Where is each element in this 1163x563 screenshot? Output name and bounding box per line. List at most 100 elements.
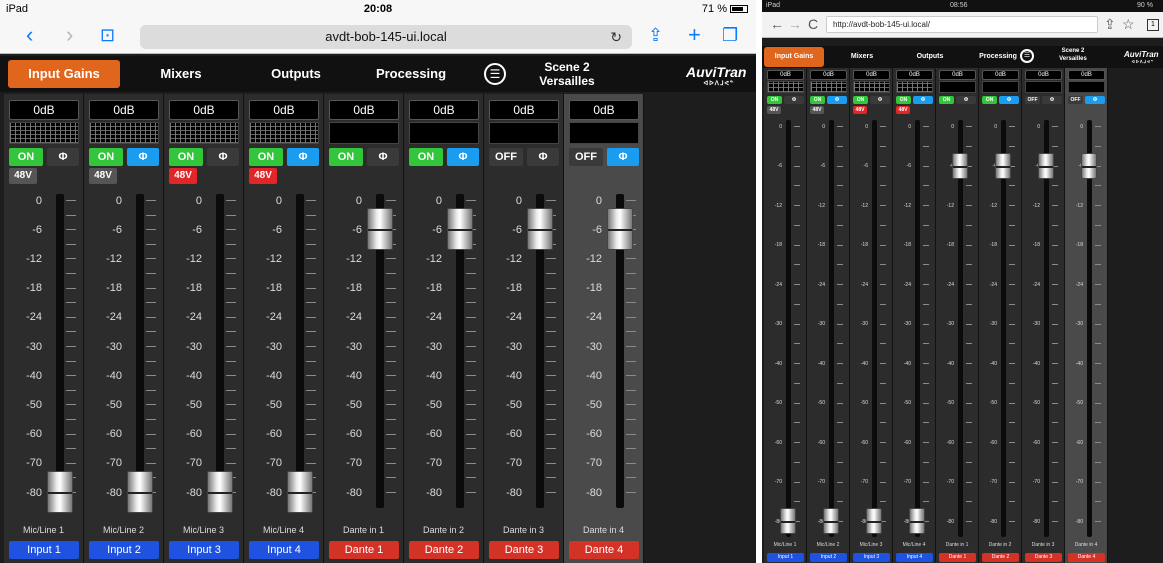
- channel-on-toggle[interactable]: ON: [896, 96, 911, 104]
- star-icon[interactable]: ☆: [1122, 16, 1135, 33]
- phantom-48v-button[interactable]: 48V: [169, 168, 197, 184]
- fader-knob[interactable]: [367, 208, 393, 251]
- phase-invert-button[interactable]: Φ: [784, 96, 804, 104]
- fader-knob[interactable]: [127, 471, 153, 513]
- phantom-48v-button[interactable]: 48V: [853, 106, 867, 114]
- channel-label[interactable]: Dante 2: [982, 553, 1019, 562]
- forward-chevron-icon[interactable]: ›: [66, 23, 73, 47]
- channel-on-toggle[interactable]: ON: [767, 96, 782, 104]
- gain-readout[interactable]: 0dB: [1025, 70, 1062, 80]
- channel-label[interactable]: Dante 3: [489, 541, 559, 559]
- channel-label[interactable]: Input 4: [896, 553, 933, 562]
- tab-processing[interactable]: Processing: [355, 60, 467, 88]
- channel-on-toggle[interactable]: ON: [409, 148, 443, 166]
- phase-invert-button[interactable]: Φ: [287, 148, 319, 166]
- phantom-48v-button[interactable]: 48V: [89, 168, 117, 184]
- tabs-icon[interactable]: ❐: [722, 23, 738, 47]
- channel-on-toggle[interactable]: ON: [329, 148, 363, 166]
- channel-on-toggle[interactable]: ON: [810, 96, 825, 104]
- share-icon[interactable]: ⇪: [648, 23, 663, 47]
- fader-knob[interactable]: [823, 508, 839, 534]
- fader-knob[interactable]: [780, 508, 796, 534]
- scene-name[interactable]: Scene 2 Versailles: [1038, 47, 1108, 63]
- tab-count[interactable]: 1: [1147, 19, 1159, 31]
- fader-knob[interactable]: [1038, 152, 1054, 179]
- reload-icon[interactable]: ↻: [610, 25, 622, 49]
- fader-knob[interactable]: [207, 471, 233, 513]
- phase-invert-button[interactable]: Φ: [827, 96, 847, 104]
- gain-readout[interactable]: 0dB: [1068, 70, 1105, 80]
- channel-label[interactable]: Input 3: [853, 553, 890, 562]
- channel-on-toggle[interactable]: OFF: [489, 148, 523, 166]
- channel-on-toggle[interactable]: ON: [89, 148, 123, 166]
- fader-knob[interactable]: [527, 208, 553, 251]
- channel-on-toggle[interactable]: ON: [169, 148, 203, 166]
- tab-input-gains[interactable]: Input Gains: [8, 60, 120, 88]
- channel-label[interactable]: Input 2: [810, 553, 847, 562]
- gain-readout[interactable]: 0dB: [489, 100, 559, 120]
- gain-readout[interactable]: 0dB: [249, 100, 319, 120]
- back-chevron-icon[interactable]: ‹: [26, 23, 33, 47]
- phantom-48v-button[interactable]: 48V: [810, 106, 824, 114]
- channel-on-toggle[interactable]: OFF: [1025, 96, 1040, 104]
- gain-readout[interactable]: 0dB: [853, 70, 890, 80]
- channel-label[interactable]: Dante 3: [1025, 553, 1062, 562]
- scene-list-icon[interactable]: ☰: [484, 63, 506, 85]
- share-icon[interactable]: ⇪: [1104, 16, 1116, 33]
- back-arrow-icon[interactable]: ←: [770, 16, 784, 32]
- channel-label[interactable]: Dante 4: [569, 541, 639, 559]
- channel-label[interactable]: Input 1: [9, 541, 79, 559]
- tab-outputs[interactable]: Outputs: [900, 47, 960, 67]
- reload-icon[interactable]: C: [808, 16, 818, 32]
- scene-name[interactable]: Scene 2 Versailles: [512, 60, 622, 88]
- channel-on-toggle[interactable]: ON: [939, 96, 954, 104]
- gain-readout[interactable]: 0dB: [329, 100, 399, 120]
- channel-label[interactable]: Dante 1: [329, 541, 399, 559]
- tab-processing[interactable]: Processing: [968, 47, 1028, 67]
- phase-invert-button[interactable]: Φ: [1042, 96, 1062, 104]
- gain-readout[interactable]: 0dB: [767, 70, 804, 80]
- phase-invert-button[interactable]: Φ: [447, 148, 479, 166]
- channel-on-toggle[interactable]: OFF: [569, 148, 603, 166]
- channel-label[interactable]: Input 2: [89, 541, 159, 559]
- fader-knob[interactable]: [909, 508, 925, 534]
- phase-invert-button[interactable]: Φ: [207, 148, 239, 166]
- phantom-48v-button[interactable]: 48V: [9, 168, 37, 184]
- address-bar[interactable]: http://avdt-bob-145-ui.local/: [826, 16, 1098, 33]
- address-bar[interactable]: avdt-bob-145-ui.local ↻: [140, 25, 632, 49]
- plus-icon[interactable]: +: [688, 23, 701, 47]
- scene-list-icon[interactable]: ☰: [1020, 49, 1034, 63]
- fader-knob[interactable]: [287, 471, 313, 513]
- phase-invert-button[interactable]: Φ: [870, 96, 890, 104]
- tab-input-gains[interactable]: Input Gains: [764, 47, 824, 67]
- channel-label[interactable]: Dante 1: [939, 553, 976, 562]
- gain-readout[interactable]: 0dB: [982, 70, 1019, 80]
- gain-readout[interactable]: 0dB: [896, 70, 933, 80]
- channel-label[interactable]: Input 4: [249, 541, 319, 559]
- phase-invert-button[interactable]: Φ: [367, 148, 399, 166]
- channel-on-toggle[interactable]: ON: [249, 148, 283, 166]
- phase-invert-button[interactable]: Φ: [127, 148, 159, 166]
- forward-arrow-icon[interactable]: →: [788, 16, 802, 32]
- phase-invert-button[interactable]: Φ: [607, 148, 639, 166]
- channel-label[interactable]: Dante 4: [1068, 553, 1105, 562]
- channel-label[interactable]: Input 1: [767, 553, 804, 562]
- channel-on-toggle[interactable]: ON: [982, 96, 997, 104]
- channel-on-toggle[interactable]: ON: [853, 96, 868, 104]
- channel-label[interactable]: Dante 2: [409, 541, 479, 559]
- fader-knob[interactable]: [1081, 152, 1097, 179]
- phantom-48v-button[interactable]: 48V: [896, 106, 910, 114]
- fader-knob[interactable]: [607, 208, 633, 251]
- tab-mixers[interactable]: Mixers: [832, 47, 892, 67]
- gain-readout[interactable]: 0dB: [569, 100, 639, 120]
- phase-invert-button[interactable]: Φ: [999, 96, 1019, 104]
- gain-readout[interactable]: 0dB: [409, 100, 479, 120]
- gain-readout[interactable]: 0dB: [810, 70, 847, 80]
- phase-invert-button[interactable]: Φ: [527, 148, 559, 166]
- phantom-48v-button[interactable]: 48V: [767, 106, 781, 114]
- fader-knob[interactable]: [866, 508, 882, 534]
- gain-readout[interactable]: 0dB: [169, 100, 239, 120]
- phase-invert-button[interactable]: Φ: [913, 96, 933, 104]
- gain-readout[interactable]: 0dB: [89, 100, 159, 120]
- phase-invert-button[interactable]: Φ: [956, 96, 976, 104]
